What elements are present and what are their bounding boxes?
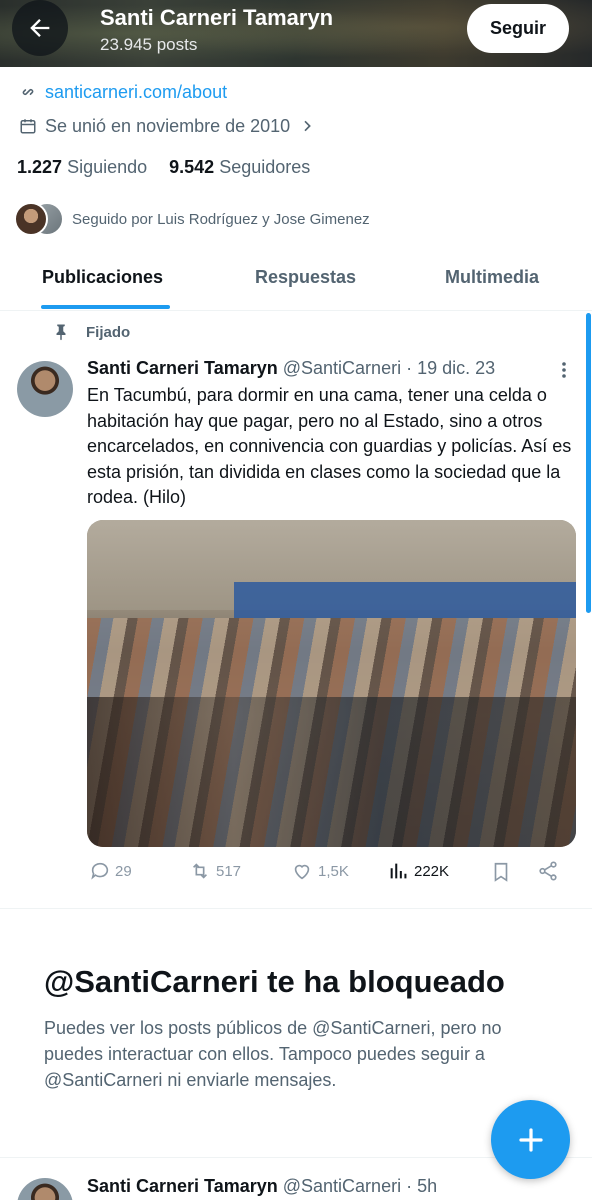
repost-button[interactable]: 517 — [188, 860, 241, 882]
back-button[interactable] — [12, 0, 68, 56]
compose-button[interactable] — [491, 1100, 570, 1179]
profile-header: Santi Carneri Tamaryn 23.945 posts Segui… — [0, 0, 592, 67]
section-divider — [0, 908, 592, 909]
tab-respuestas[interactable]: Respuestas — [255, 267, 356, 288]
tweet-text: En Tacumbú, para dormir en una cama, ten… — [87, 385, 572, 507]
tab-multimedia[interactable]: Multimedia — [445, 267, 539, 288]
more-icon[interactable] — [557, 360, 571, 385]
repost-count: 517 — [216, 862, 242, 880]
pin-icon — [52, 323, 70, 341]
reply-button[interactable]: 29 — [89, 860, 132, 882]
following-count: 1.227 — [17, 157, 63, 177]
followed-by-row[interactable]: Seguido por Luis Rodríguez y Jose Gimene… — [14, 202, 370, 236]
chevron-right-icon — [296, 115, 318, 137]
share-icon — [539, 861, 557, 881]
tweet-author-handle[interactable]: @SantiCarneri — [283, 358, 401, 378]
views-count: 222K — [414, 862, 450, 880]
reply-icon — [91, 862, 109, 880]
tweet-header: Santi Carneri Tamaryn @SantiCarneri · 19… — [87, 358, 495, 379]
tweet-media-image[interactable] — [87, 520, 576, 847]
followers-label: Seguidores — [219, 157, 311, 177]
followers-count: 9.542 — [169, 157, 215, 177]
profile-website-link[interactable]: santicarneri.com/about — [45, 82, 227, 103]
profile-tabs: Publicaciones Respuestas Multimedia — [0, 255, 592, 311]
bookmark-button[interactable] — [490, 860, 516, 884]
header-profile-name: Santi Carneri Tamaryn — [100, 5, 334, 30]
profile-joined-row[interactable]: Se unió en noviembre de 2010 — [17, 115, 324, 137]
reply-count: 29 — [115, 862, 132, 880]
repost-icon — [192, 863, 208, 879]
tweet-author-name[interactable]: Santi Carneri Tamaryn — [87, 358, 278, 378]
followed-by-text: Seguido por Luis Rodríguez y Jose Gimene… — [72, 210, 370, 228]
avatar — [14, 202, 48, 236]
tab-publicaciones[interactable]: Publicaciones — [42, 267, 163, 288]
like-count: 1,5K — [318, 862, 349, 880]
active-tab-indicator — [41, 305, 170, 309]
avatar[interactable] — [17, 1178, 73, 1200]
follow-button[interactable]: Seguir — [467, 4, 569, 53]
following-link[interactable]: 1.227 Siguiendo — [17, 157, 147, 178]
views-button[interactable]: 222K — [388, 860, 449, 882]
views-icon — [390, 863, 407, 879]
tweet-date[interactable]: · 19 dic. 23 — [406, 358, 495, 378]
like-button[interactable]: 1,5K — [290, 860, 349, 882]
follower-avatars — [14, 202, 66, 236]
blocked-title: @SantiCarneri te ha bloqueado — [44, 964, 505, 999]
follow-counts: 1.227 Siguiendo 9.542 Seguidores — [17, 157, 310, 178]
blocked-body: Puedes ver los posts públicos de @SantiC… — [44, 1018, 502, 1090]
tweet-actions: 29 517 1,5K 222K — [87, 860, 576, 890]
pinned-label: Fijado — [86, 323, 131, 341]
like-icon — [294, 864, 310, 880]
avatar[interactable] — [17, 361, 73, 417]
calendar-icon — [17, 115, 39, 137]
share-button[interactable] — [537, 860, 563, 882]
header-posts-count: 23.945 posts — [100, 35, 198, 54]
followers-link[interactable]: 9.542 Seguidores — [169, 157, 310, 178]
back-arrow-icon — [30, 19, 50, 37]
tweet-author-name[interactable]: Santi Carneri Tamaryn — [87, 1176, 278, 1196]
plus-icon — [518, 1127, 543, 1152]
tweet-header: Santi Carneri Tamaryn @SantiCarneri · 5h — [87, 1176, 437, 1197]
profile-website-row: santicarneri.com/about — [17, 81, 227, 103]
scrollbar[interactable] — [586, 313, 591, 613]
tweet-author-handle[interactable]: @SantiCarneri — [283, 1176, 401, 1196]
following-label: Siguiendo — [67, 157, 148, 177]
bookmark-icon — [494, 862, 508, 882]
link-icon — [17, 81, 39, 103]
profile-joined-text: Se unió en noviembre de 2010 — [45, 115, 291, 136]
pinned-label-row: Fijado — [52, 323, 130, 341]
tweet-date[interactable]: · 5h — [406, 1176, 437, 1196]
